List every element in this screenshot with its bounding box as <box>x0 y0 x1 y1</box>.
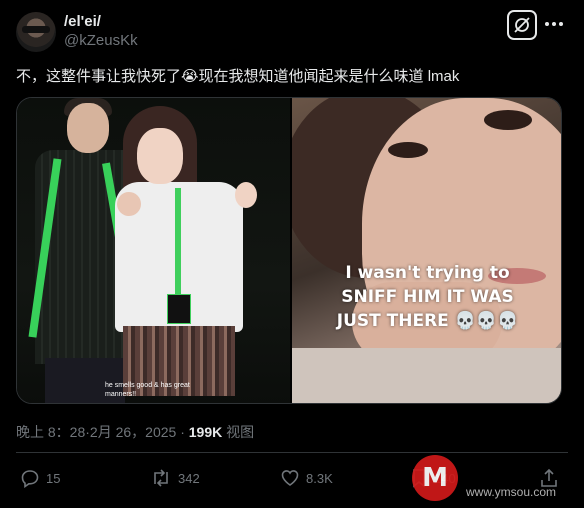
more-options-button[interactable] <box>542 12 566 36</box>
views-label: 视图 <box>222 424 255 440</box>
avatar[interactable] <box>16 12 56 52</box>
reply-icon <box>21 470 39 488</box>
photo-caption: he smells good & has great manners!! <box>105 382 190 398</box>
photo-left[interactable]: he smells good & has great manners!! <box>17 98 290 403</box>
like-count: 8.3K <box>306 470 333 486</box>
author-display-name[interactable]: /el'ei/ <box>64 13 101 30</box>
overlay-line: I wasn't trying to <box>345 263 510 283</box>
watermark-text: www.ymsou.com <box>466 485 557 499</box>
grok-button[interactable] <box>507 10 537 40</box>
tweet-text: 不，这整件事让我快死了😭现在我想知道他闻起来是什么味道 lmak <box>16 68 460 85</box>
divider <box>16 452 568 453</box>
media-grid: he smells good & has great manners!! I w… <box>16 97 562 404</box>
photo-overlay-text: I wasn't trying to SNIFF HIM IT WAS JUST… <box>292 261 561 333</box>
photo-right[interactable]: I wasn't trying to SNIFF HIM IT WAS JUST… <box>292 98 561 403</box>
watermark-letter: M <box>422 463 448 493</box>
reply-button[interactable]: 15 <box>20 468 60 488</box>
repost-icon <box>154 469 168 487</box>
repost-count: 342 <box>178 470 200 486</box>
reply-count: 15 <box>46 470 61 486</box>
grok-icon <box>514 17 530 33</box>
repost-button[interactable]: 342 <box>150 468 200 488</box>
overlay-line: JUST THERE 💀💀💀 <box>336 311 519 331</box>
heart-icon <box>281 470 299 486</box>
author-handle[interactable]: @kZeusKk <box>64 32 138 49</box>
tweet-meta: 晚上 8：28·2月 26，2025 · 199K 视图 <box>16 422 254 442</box>
tweet-container: /el'ei/ @kZeusKk 不，这整件事让我快死了😭现在我想知道他闻起来是… <box>0 0 584 508</box>
overlay-line: SNIFF HIM IT WAS <box>341 287 514 307</box>
timestamp[interactable]: 晚上 8：28·2月 26，2025 · <box>16 424 189 440</box>
like-button[interactable]: 8.3K <box>280 468 333 488</box>
views-count: 199K <box>188 424 223 440</box>
watermark-logo: M <box>412 455 458 501</box>
more-dots-icon <box>545 22 563 26</box>
